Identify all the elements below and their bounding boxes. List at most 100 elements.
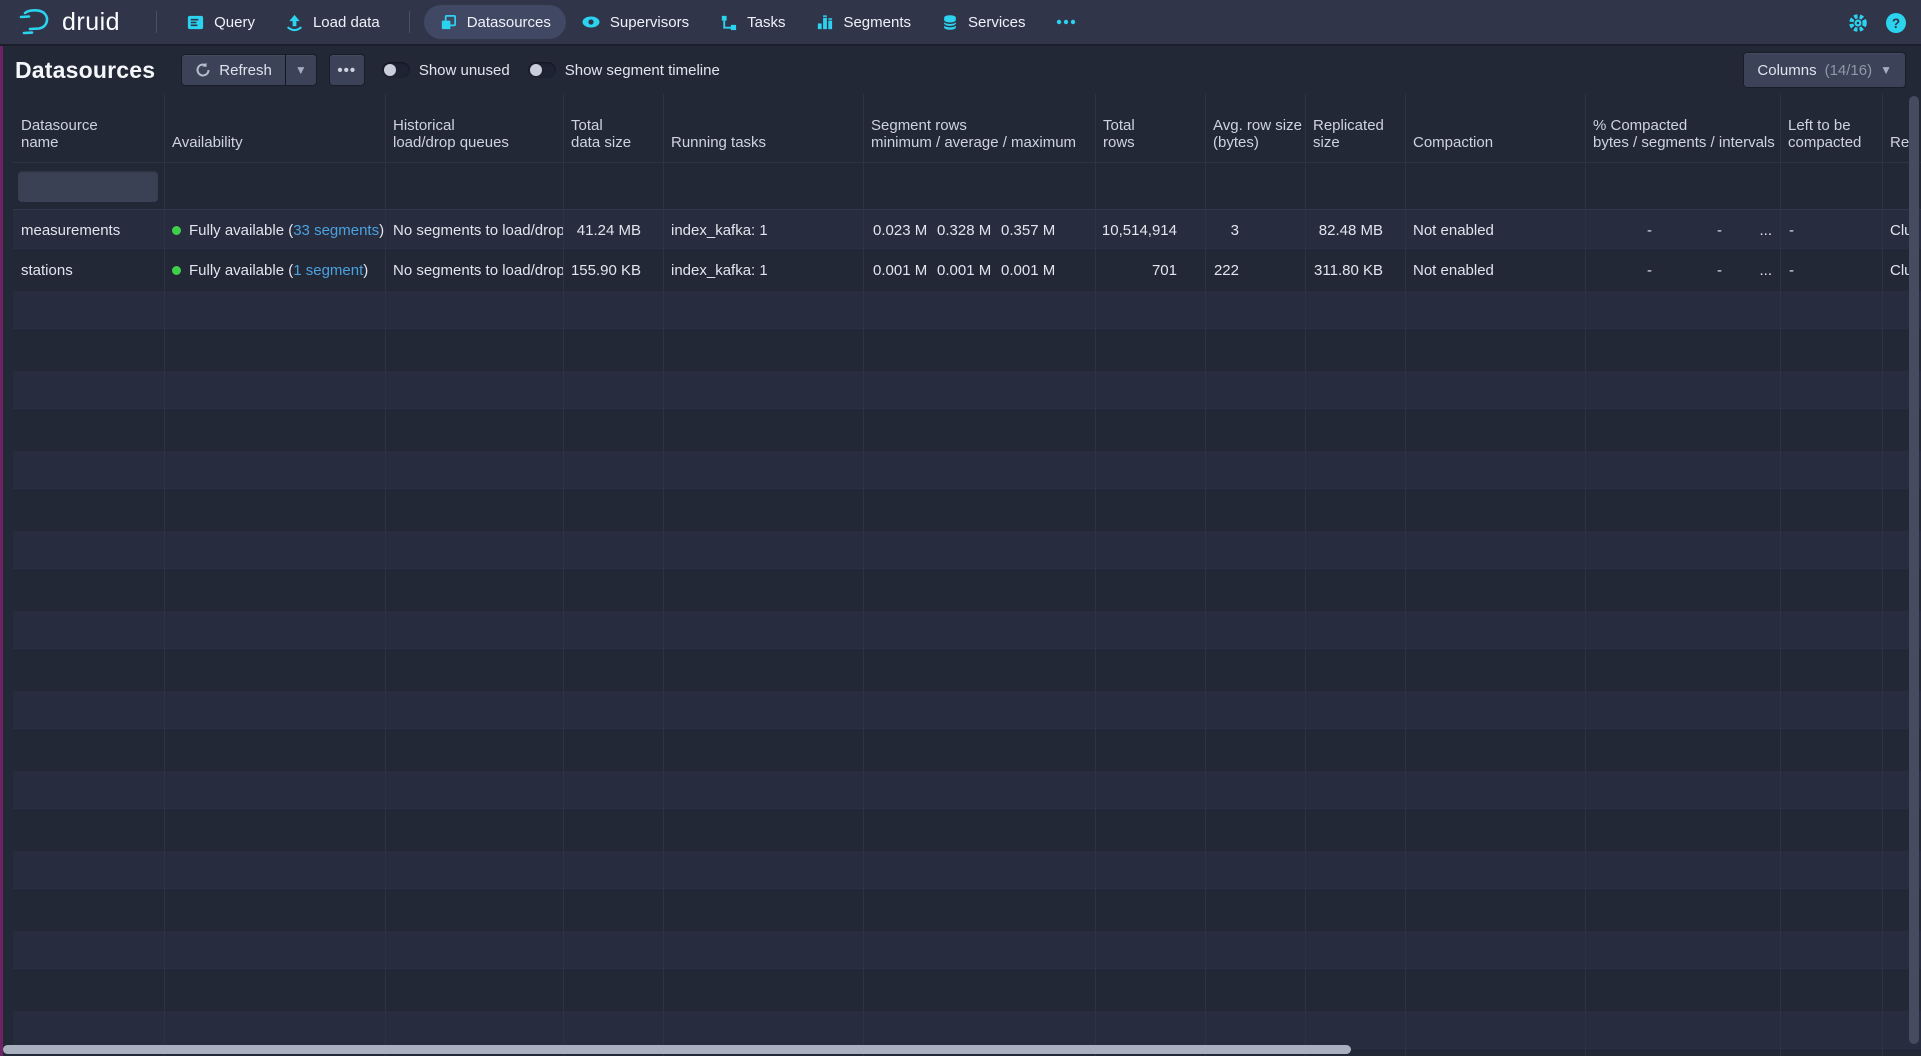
col-header-total-rows[interactable]: Totalrows (1095, 94, 1205, 162)
columns-count: (14/16) (1825, 62, 1873, 79)
empty-table-row (13, 650, 1921, 690)
nav-item-datasources[interactable]: Datasources (424, 5, 566, 39)
empty-table-row (13, 850, 1921, 890)
avg-row-size-cell: 3 (1205, 210, 1305, 250)
nav-item-label: Load data (313, 14, 380, 31)
vertical-scrollbar[interactable] (1909, 96, 1919, 1044)
segment-rows-cell: 0.023 M0.328 M0.357 M (863, 210, 1095, 250)
horizontal-scrollbar[interactable] (3, 1045, 1351, 1054)
refresh-button-group: Refresh ▼ (182, 55, 316, 85)
datasource-name-cell: measurements (13, 210, 164, 250)
col-header-compaction[interactable]: Compaction (1405, 94, 1585, 162)
refresh-dropdown-button[interactable]: ▼ (286, 55, 316, 85)
segments-link[interactable]: 33 segments (293, 222, 379, 239)
datasources-table: Datasourcename Availability Historicallo… (13, 94, 1921, 1056)
show-segment-timeline-toggle-wrap: Show segment timeline (528, 62, 720, 79)
col-header-left-to-compact[interactable]: Left to becompacted (1780, 94, 1882, 162)
replicated-size-cell: 82.48 MB (1305, 210, 1405, 250)
empty-table-row (13, 530, 1921, 570)
empty-table-row (13, 1010, 1921, 1050)
empty-table-row (13, 330, 1921, 370)
running-tasks-cell: index_kafka: 1 (663, 210, 863, 250)
refresh-button[interactable]: Refresh (182, 55, 285, 85)
columns-label: Columns (1757, 62, 1816, 79)
nav-item-label: Query (214, 14, 255, 31)
table-header-row: Datasourcename Availability Historicallo… (13, 94, 1921, 162)
segments-icon (815, 13, 834, 32)
running-tasks-cell: index_kafka: 1 (663, 251, 863, 290)
left-to-compact-cell: - (1780, 210, 1882, 250)
nav-item-query[interactable]: Query (171, 5, 270, 39)
col-header-availability[interactable]: Availability (164, 94, 385, 162)
refresh-label: Refresh (219, 62, 272, 79)
col-header-datasource-name[interactable]: Datasourcename (13, 94, 164, 162)
columns-button[interactable]: Columns (14/16) ▼ (1744, 53, 1905, 87)
nav-more-button[interactable] (1041, 5, 1091, 39)
empty-table-row (13, 450, 1921, 490)
empty-table-row (13, 370, 1921, 410)
total-data-size-cell: 155.90 KB (563, 251, 663, 290)
pct-compacted-cell: --... (1585, 210, 1780, 250)
load-drop-queues-cell: No segments to load/drop (385, 251, 563, 290)
empty-table-row (13, 490, 1921, 530)
nav-item-tasks[interactable]: Tasks (704, 5, 800, 39)
col-header-replicated-size[interactable]: Replicatedsize (1305, 94, 1405, 162)
empty-table-row (13, 410, 1921, 450)
nav-item-segments[interactable]: Segments (800, 5, 926, 39)
nav-item-label: Tasks (747, 14, 785, 31)
nav-divider (409, 11, 410, 33)
table-filter-row (13, 162, 1921, 210)
col-header-total-data-size[interactable]: Totaldata size (563, 94, 663, 162)
show-unused-toggle[interactable] (382, 62, 410, 78)
table-row-measurements[interactable]: measurements Fully available (33 segment… (13, 210, 1921, 250)
total-data-size-cell: 41.24 MB (563, 210, 663, 250)
empty-table-row (13, 290, 1921, 330)
page-header: Datasources Refresh ▼ ••• Show unused Sh… (0, 46, 1921, 94)
datasources-icon (439, 13, 458, 32)
toggle-knob (530, 64, 542, 76)
show-segment-timeline-toggle[interactable] (528, 62, 556, 78)
empty-table-row (13, 810, 1921, 850)
available-dot-icon (172, 226, 181, 235)
datasource-name-filter-input[interactable] (18, 171, 158, 202)
nav-item-label: Supervisors (610, 14, 689, 31)
col-header-historical-queues[interactable]: Historicalload/drop queues (385, 94, 563, 162)
empty-table-row (13, 930, 1921, 970)
gear-icon[interactable] (1847, 12, 1869, 34)
druid-console: druid Query Load data Datasources (0, 0, 1921, 1056)
chevron-down-icon: ▼ (1880, 64, 1892, 76)
empty-table-row (13, 690, 1921, 730)
druid-logo[interactable]: druid (17, 7, 120, 37)
total-rows-cell: 10,514,914 (1095, 210, 1205, 250)
nav-item-supervisors[interactable]: Supervisors (566, 5, 704, 39)
table-body: measurements Fully available (33 segment… (13, 210, 1921, 1056)
page-title: Datasources (15, 57, 155, 84)
more-actions-button[interactable]: ••• (330, 55, 364, 85)
empty-table-row (13, 970, 1921, 1010)
col-header-avg-row-size[interactable]: Avg. row size(bytes) (1205, 94, 1305, 162)
empty-table-row (13, 570, 1921, 610)
nav-item-label: Datasources (467, 14, 551, 31)
table-row-stations[interactable]: stations Fully available (1 segment) No … (13, 250, 1921, 290)
availability-cell: Fully available (33 segments) (164, 210, 385, 250)
nav-item-load-data[interactable]: Load data (270, 5, 395, 39)
compaction-cell: Not enabled (1405, 210, 1585, 250)
tasks-icon (719, 13, 738, 32)
window-edge-strip (0, 46, 3, 1056)
nav-item-services[interactable]: Services (926, 5, 1041, 39)
more-icon (1056, 19, 1076, 25)
availability-cell: Fully available (1 segment) (164, 251, 385, 290)
col-header-running-tasks[interactable]: Running tasks (663, 94, 863, 162)
refresh-icon (195, 62, 211, 78)
total-rows-cell: 701 (1095, 251, 1205, 290)
left-to-compact-cell: - (1780, 251, 1882, 290)
avg-row-size-cell: 222 (1205, 251, 1305, 290)
show-unused-label: Show unused (419, 62, 510, 79)
brand-name: druid (62, 8, 120, 37)
col-header-pct-compacted[interactable]: % Compactedbytes / segments / intervals (1585, 94, 1780, 162)
segments-link[interactable]: 1 segment (293, 262, 363, 279)
help-icon[interactable]: ? (1885, 12, 1907, 34)
druid-logo-icon (17, 7, 53, 37)
services-icon (941, 13, 959, 32)
col-header-segment-rows[interactable]: Segment rowsminimum / average / maximum (863, 94, 1095, 162)
